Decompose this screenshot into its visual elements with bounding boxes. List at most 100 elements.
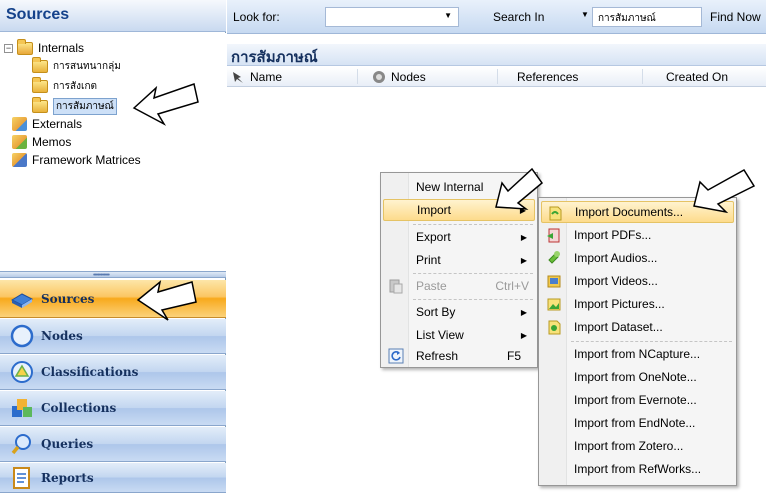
grip-icon: •••••••••••	[93, 272, 110, 279]
column-separator	[642, 69, 643, 84]
pane-splitter[interactable]: •••••••••••	[0, 271, 226, 279]
menu-separator	[413, 273, 533, 274]
annotation-arrow-icon	[693, 168, 756, 214]
import-submenu: Import Documents... Import PDFs... Impor…	[538, 197, 737, 486]
folder-icon	[32, 56, 48, 73]
externals-icon	[12, 117, 27, 131]
menu-item-label: Print	[416, 253, 441, 267]
framework-matrix-icon	[12, 153, 27, 167]
tree-item-framework-matrices[interactable]: Framework Matrices	[12, 151, 141, 169]
menu-item-import-audios[interactable]: Import Audios...	[541, 247, 734, 269]
nav-label: Nodes	[41, 329, 83, 343]
sources-icon	[10, 292, 34, 308]
nav-label: Sources	[41, 291, 95, 306]
tree-item-label: การสังเกต	[53, 80, 97, 92]
menu-item-label: Import from Evernote...	[574, 393, 697, 407]
menu-item-sort-by[interactable]: Sort By ▶	[383, 301, 535, 323]
tree-item-label: การสัมภาษณ์	[53, 97, 117, 115]
nav-button-queries[interactable]: Queries	[0, 427, 226, 462]
menu-item-import-pdfs[interactable]: Import PDFs...	[541, 224, 734, 246]
column-separator	[497, 69, 498, 84]
tree-item-externals[interactable]: Externals	[12, 115, 82, 133]
paste-icon	[389, 279, 403, 294]
menu-item-label: Export	[416, 230, 451, 244]
annotation-arrow-icon	[495, 167, 544, 210]
find-bar: Look for: ▼ Search In ▼ การสัมภาษณ์ Find…	[227, 0, 766, 34]
nav-button-reports[interactable]: Reports	[0, 463, 226, 493]
collapse-icon[interactable]: −	[4, 43, 13, 53]
tree-item-internals[interactable]: − Internals	[4, 38, 85, 57]
nav-button-nodes[interactable]: Nodes	[0, 319, 226, 354]
menu-item-shortcut: Ctrl+V	[495, 279, 529, 293]
nodes-icon	[10, 324, 34, 348]
column-name[interactable]: Name	[231, 70, 282, 84]
find-now-button[interactable]: Find Now	[710, 10, 761, 24]
menu-item-refresh[interactable]: Refresh F5	[383, 345, 535, 367]
look-for-input[interactable]: ▼	[325, 7, 459, 27]
nav-button-collections[interactable]: Collections	[0, 391, 226, 426]
refresh-icon	[388, 348, 404, 364]
folder-icon	[32, 96, 48, 113]
menu-item-list-view[interactable]: List View ▶	[383, 324, 535, 346]
pdf-icon	[547, 228, 560, 243]
column-label: Name	[250, 70, 283, 84]
menu-item-import-videos[interactable]: Import Videos...	[541, 270, 734, 292]
menu-item-import-endnote[interactable]: Import from EndNote...	[541, 412, 734, 434]
list-header: Name Nodes References Created On	[227, 67, 766, 87]
menu-item-import-pictures[interactable]: Import Pictures...	[541, 293, 734, 315]
column-nodes[interactable]: Nodes	[372, 70, 426, 84]
menu-item-import-dataset[interactable]: Import Dataset...	[541, 316, 734, 338]
menu-separator	[571, 341, 732, 342]
menu-item-import-evernote[interactable]: Import from Evernote...	[541, 389, 734, 411]
menu-item-label: Import from EndNote...	[574, 416, 696, 430]
search-in-dropdown-icon[interactable]: ▼	[581, 10, 589, 19]
nodes-column-icon	[373, 71, 385, 83]
menu-item-label: Import Documents...	[575, 205, 684, 219]
navigation-pane: Sources − Internals การสนทนากลุ่ม การสัง…	[0, 0, 226, 493]
tree-item-interview[interactable]: การสัมภาษณ์	[32, 96, 117, 115]
reports-icon	[13, 466, 30, 489]
menu-item-paste[interactable]: Paste Ctrl+V	[383, 275, 535, 297]
nav-label: Reports	[41, 470, 94, 485]
submenu-arrow-icon: ▶	[520, 307, 527, 317]
tree-item-group-discussion[interactable]: การสนทนากลุ่ม	[32, 56, 121, 75]
folder-icon	[32, 76, 48, 93]
menu-item-import-ncapture[interactable]: Import from NCapture...	[541, 343, 734, 365]
pane-title: Sources	[0, 0, 226, 32]
column-separator	[357, 69, 358, 84]
submenu-arrow-icon: ▶	[520, 232, 527, 242]
column-created-on[interactable]: Created On	[666, 70, 728, 84]
tree-item-label: Internals	[38, 41, 85, 55]
menu-item-export[interactable]: Export ▶	[383, 226, 535, 248]
video-icon	[547, 275, 561, 288]
column-references[interactable]: References	[517, 70, 578, 84]
dropdown-arrow-icon[interactable]: ▼	[444, 11, 452, 20]
menu-item-label: Refresh	[416, 349, 459, 363]
menu-item-import-zotero[interactable]: Import from Zotero...	[541, 435, 734, 457]
nav-label: Classifications	[41, 365, 139, 379]
menu-item-label: New Internal	[416, 180, 484, 194]
menu-item-shortcut: F5	[506, 349, 521, 363]
tree-item-observation[interactable]: การสังเกต	[32, 76, 97, 95]
submenu-arrow-icon: ▶	[520, 330, 527, 340]
menu-item-import-onenote[interactable]: Import from OneNote...	[541, 366, 734, 388]
menu-item-label: Import	[417, 203, 452, 217]
tree-item-label: Memos	[32, 135, 72, 149]
column-label: References	[517, 70, 579, 84]
collections-icon	[12, 399, 32, 417]
menu-item-print[interactable]: Print ▶	[383, 249, 535, 271]
list-view-title: การสัมภาษณ์	[227, 44, 766, 66]
tree-item-label: Externals	[32, 117, 83, 131]
menu-separator	[413, 299, 533, 300]
menu-item-import-refworks[interactable]: Import from RefWorks...	[541, 458, 734, 480]
nav-button-classifications[interactable]: Classifications	[0, 355, 226, 390]
memos-icon	[12, 135, 27, 149]
source-tree: − Internals การสนทนากลุ่ม การสังเกต การส…	[0, 33, 226, 271]
tree-item-memos[interactable]: Memos	[12, 133, 71, 151]
pictures-icon	[547, 298, 561, 311]
dataset-icon	[548, 320, 561, 335]
pin-icon	[233, 72, 243, 83]
submenu-arrow-icon: ▶	[520, 255, 527, 265]
search-in-field[interactable]: การสัมภาษณ์	[592, 7, 702, 27]
nav-label: Queries	[41, 437, 94, 451]
